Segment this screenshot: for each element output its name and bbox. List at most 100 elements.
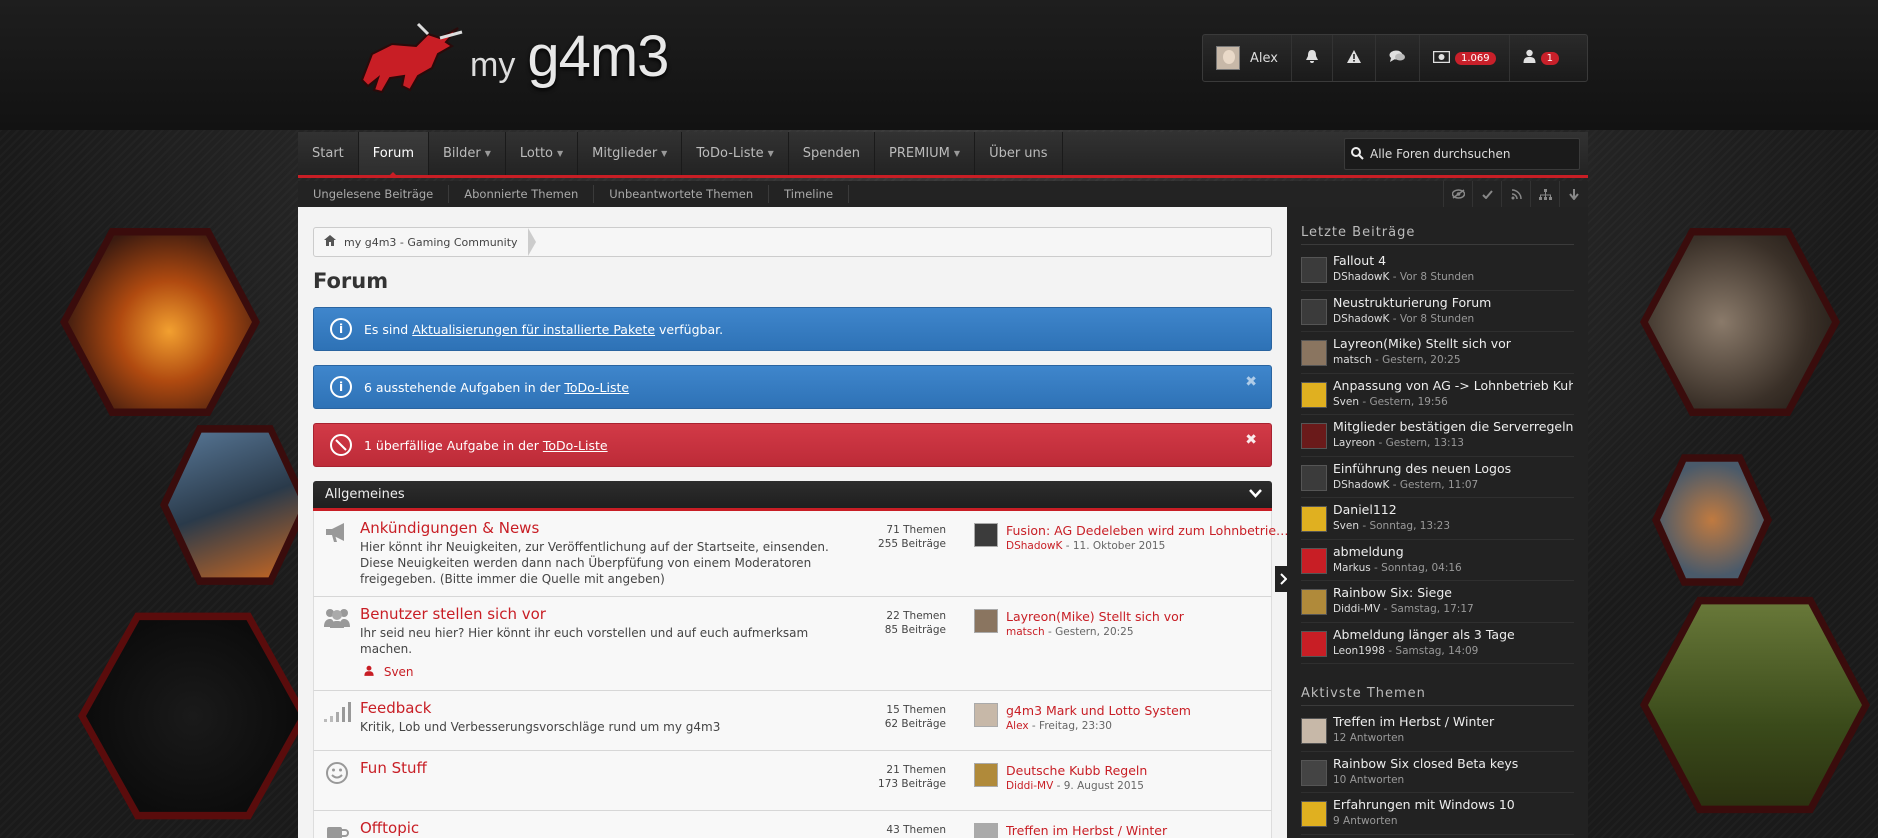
sitemap-icon[interactable]: [1530, 181, 1559, 207]
avatar[interactable]: [1301, 257, 1327, 283]
sidebar-item-title[interactable]: Einführung des neuen Logos: [1333, 461, 1573, 476]
sidebar-item-user[interactable]: Leon1998: [1333, 645, 1385, 657]
sidebar-latest-item[interactable]: Einführung des neuen Logos DShadowK - Ges…: [1301, 457, 1574, 498]
sidebar-item-title[interactable]: Daniel112: [1333, 502, 1573, 517]
close-icon[interactable]: ✖: [1245, 432, 1257, 448]
sidebar-active-item[interactable]: Rainbow Six closed Beta keys 10 Antworten: [1301, 752, 1574, 793]
sidebar-item-title[interactable]: Neustrukturierung Forum: [1333, 295, 1573, 310]
credits-button[interactable]: 1.069: [1420, 35, 1510, 81]
sidebar-item-user[interactable]: Markus: [1333, 562, 1371, 574]
last-post-user[interactable]: DShadowK: [1006, 540, 1062, 552]
subnav-timeline[interactable]: Timeline: [769, 185, 850, 203]
sidebar-item-title[interactable]: Rainbow Six closed Beta keys: [1333, 756, 1573, 771]
sidebar-active-item[interactable]: Treffen im Herbst / Winter 12 Antworten: [1301, 710, 1574, 752]
nav-mitglieder[interactable]: Mitglieder ▼: [578, 132, 683, 175]
avatar[interactable]: [974, 609, 998, 633]
subnav-unread[interactable]: Ungelesene Beiträge: [298, 185, 450, 203]
sidebar-item-title[interactable]: Abmeldung länger als 3 Tage: [1333, 627, 1573, 642]
sidebar-item-title[interactable]: abmeldung: [1333, 544, 1573, 559]
avatar[interactable]: [1301, 298, 1327, 325]
sidebar-latest-item[interactable]: Abmeldung länger als 3 Tage Leon1998 - Sa…: [1301, 623, 1574, 664]
sidebar-item-user[interactable]: Layreon: [1333, 437, 1375, 449]
sidebar-item-user[interactable]: DShadowK: [1333, 313, 1389, 325]
nav-lotto[interactable]: Lotto ▼: [506, 132, 579, 175]
notice-link[interactable]: ToDo-Liste: [543, 438, 608, 453]
sidebar-latest-item[interactable]: Mitglieder bestätigen die Serverregeln! L…: [1301, 415, 1574, 457]
sidebar-latest-item[interactable]: Neustrukturierung Forum DShadowK - Vor 8 …: [1301, 291, 1574, 332]
sidebar-item-title[interactable]: Treffen im Herbst / Winter: [1333, 714, 1573, 729]
sidebar-item-title[interactable]: Fallout 4: [1333, 253, 1573, 268]
moderation-button[interactable]: [1333, 35, 1376, 81]
hide-icon[interactable]: [1443, 181, 1472, 207]
sidebar-latest-item[interactable]: abmeldung Markus - Sonntag, 04:16: [1301, 540, 1574, 581]
last-post-user[interactable]: Alex: [1006, 720, 1029, 732]
nav-ueber-uns[interactable]: Über uns: [975, 132, 1063, 175]
sidebar-item-title[interactable]: Erfahrungen mit Windows 10: [1333, 797, 1573, 812]
sidebar-item-user[interactable]: matsch: [1333, 354, 1372, 366]
board-title[interactable]: Benutzer stellen sich vor: [360, 605, 836, 623]
avatar[interactable]: [1301, 589, 1327, 615]
sidebar-item-user[interactable]: Diddi-MV: [1333, 603, 1380, 615]
category-header[interactable]: Allgemeines: [313, 481, 1272, 511]
notice-link[interactable]: Aktualisierungen für installierte Pakete: [412, 322, 655, 337]
nav-spenden[interactable]: Spenden: [789, 132, 876, 175]
nav-todo[interactable]: ToDo-Liste ▼: [682, 132, 789, 175]
sidebar-item-user[interactable]: Sven: [1333, 520, 1359, 532]
sidebar-latest-item[interactable]: Fallout 4 DShadowK - Vor 8 Stunden: [1301, 249, 1574, 291]
board-title[interactable]: Ankündigungen & News: [360, 519, 836, 537]
avatar[interactable]: [1301, 759, 1327, 786]
last-post-title[interactable]: Treffen im Herbst / Winter: [1006, 823, 1294, 838]
chevron-down-icon[interactable]: [1249, 487, 1262, 502]
sidebar-item-user[interactable]: DShadowK: [1333, 271, 1389, 283]
home-icon[interactable]: [324, 235, 336, 249]
avatar[interactable]: [1301, 801, 1327, 827]
avatar[interactable]: [1301, 464, 1327, 491]
friend-requests-button[interactable]: 1: [1510, 35, 1572, 81]
search-input[interactable]: [1370, 147, 1570, 161]
conversations-button[interactable]: [1376, 35, 1420, 81]
notice-link[interactable]: ToDo-Liste: [564, 380, 629, 395]
avatar[interactable]: [974, 763, 998, 787]
board-title[interactable]: Feedback: [360, 699, 836, 717]
board-title[interactable]: Offtopic: [360, 819, 836, 837]
sidebar-active-item[interactable]: Erfahrungen mit Windows 10 9 Antworten: [1301, 793, 1574, 835]
nav-premium[interactable]: PREMIUM ▼: [875, 132, 976, 175]
last-post-user[interactable]: Diddi-MV: [1006, 780, 1053, 792]
last-post-title[interactable]: Layreon(Mike) Stellt sich vor: [1006, 609, 1294, 624]
check-icon[interactable]: [1472, 181, 1501, 207]
arrow-down-icon[interactable]: [1559, 181, 1588, 207]
sidebar-latest-item[interactable]: Rainbow Six: Siege Diddi-MV - Samstag, 17…: [1301, 581, 1574, 623]
avatar[interactable]: [974, 703, 998, 727]
sidebar-latest-item[interactable]: Anpassung von AG -> Lohnbetrieb Kuhn Sven…: [1301, 374, 1574, 415]
nav-bilder[interactable]: Bilder ▼: [429, 132, 506, 175]
breadcrumb-home-link[interactable]: my g4m3 - Gaming Community: [344, 236, 518, 249]
last-post-title[interactable]: g4m3 Mark und Lotto System: [1006, 703, 1294, 718]
sidebar-item-user[interactable]: Sven: [1333, 396, 1359, 408]
sidebar-item-title[interactable]: Layreon(Mike) Stellt sich vor: [1333, 336, 1573, 351]
nav-start[interactable]: Start: [298, 132, 359, 175]
site-logo[interactable]: my g4m3: [354, 20, 669, 96]
sidebar-latest-item[interactable]: Daniel112 Sven - Sonntag, 13:23: [1301, 498, 1574, 540]
sidebar-item-user[interactable]: DShadowK: [1333, 479, 1389, 491]
notifications-button[interactable]: [1292, 35, 1333, 81]
subnav-subscribed[interactable]: Abonnierte Themen: [449, 185, 595, 203]
rss-icon[interactable]: [1501, 181, 1530, 207]
board-moderator[interactable]: Sven: [360, 665, 836, 679]
avatar[interactable]: [1301, 381, 1327, 408]
avatar[interactable]: [974, 523, 998, 547]
board-title[interactable]: Fun Stuff: [360, 759, 836, 777]
user-menu[interactable]: Alex: [1203, 35, 1292, 81]
nav-forum[interactable]: Forum: [358, 132, 429, 178]
sidebar-latest-item[interactable]: Layreon(Mike) Stellt sich vor matsch - Ge…: [1301, 332, 1574, 374]
last-post-user[interactable]: matsch: [1006, 626, 1045, 638]
sidebar-item-title[interactable]: Mitglieder bestätigen die Serverregeln!: [1333, 419, 1573, 434]
sidebar-item-title[interactable]: Rainbow Six: Siege: [1333, 585, 1573, 600]
avatar[interactable]: [1301, 423, 1327, 449]
avatar[interactable]: [1301, 718, 1327, 744]
avatar[interactable]: [974, 823, 998, 838]
avatar[interactable]: [1301, 630, 1327, 657]
sidebar-item-title[interactable]: Anpassung von AG -> Lohnbetrieb Kuhn: [1333, 378, 1573, 393]
subnav-unanswered[interactable]: Unbeantwortete Themen: [594, 185, 770, 203]
last-post-title[interactable]: Fusion: AG Dedeleben wird zum Lohnbetrie…: [1006, 523, 1294, 538]
close-icon[interactable]: ✖: [1245, 374, 1257, 390]
